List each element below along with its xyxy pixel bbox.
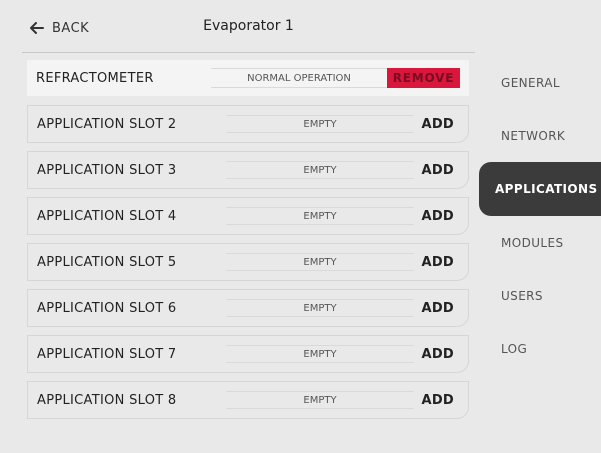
application-status: EMPTY <box>226 207 414 225</box>
application-row-slot-8: APPLICATION SLOT 8 EMPTY ADD <box>27 381 469 419</box>
sidebar-item-label: USERS <box>501 288 543 303</box>
application-row-slot-5: APPLICATION SLOT 5 EMPTY ADD <box>27 243 469 281</box>
application-status: EMPTY <box>226 345 414 363</box>
add-button[interactable]: ADD <box>421 290 454 326</box>
sidebar-item-applications[interactable]: APPLICATIONS <box>479 162 601 216</box>
sidebar-item-users[interactable]: USERS <box>479 269 601 322</box>
application-name: APPLICATION SLOT 4 <box>37 208 177 224</box>
sidebar-item-label: NETWORK <box>501 128 566 143</box>
application-row-refractometer: REFRACTOMETER NORMAL OPERATION REMOVE <box>27 60 469 96</box>
sidebar-item-label: MODULES <box>501 235 564 250</box>
sidebar-item-log[interactable]: LOG <box>479 322 601 375</box>
add-button[interactable]: ADD <box>421 152 454 188</box>
app-window: BACK Evaporator 1 REFRACTOMETER NORMAL O… <box>0 0 601 453</box>
add-button[interactable]: ADD <box>421 244 454 280</box>
remove-button[interactable]: REMOVE <box>387 68 460 88</box>
application-name: APPLICATION SLOT 5 <box>37 254 177 270</box>
application-row-slot-2: APPLICATION SLOT 2 EMPTY ADD <box>27 105 469 143</box>
application-status: NORMAL OPERATION <box>211 68 387 88</box>
application-row-slot-7: APPLICATION SLOT 7 EMPTY ADD <box>27 335 469 373</box>
sidebar-item-general[interactable]: GENERAL <box>479 56 601 109</box>
application-name: APPLICATION SLOT 3 <box>37 162 177 178</box>
page-title: Evaporator 1 <box>203 18 294 34</box>
application-row-slot-4: APPLICATION SLOT 4 EMPTY ADD <box>27 197 469 235</box>
application-status: EMPTY <box>226 253 414 271</box>
application-status: EMPTY <box>226 115 414 133</box>
application-name: APPLICATION SLOT 7 <box>37 346 177 362</box>
sidebar-item-label: GENERAL <box>501 75 560 90</box>
application-row-slot-6: APPLICATION SLOT 6 EMPTY ADD <box>27 289 469 327</box>
sidebar-item-network[interactable]: NETWORK <box>479 109 601 162</box>
application-status: EMPTY <box>226 161 414 179</box>
application-status: EMPTY <box>226 391 414 409</box>
sidebar-item-modules[interactable]: MODULES <box>479 216 601 269</box>
application-name: APPLICATION SLOT 8 <box>37 392 177 408</box>
application-name: APPLICATION SLOT 6 <box>37 300 177 316</box>
application-name: REFRACTOMETER <box>36 70 154 86</box>
application-list: REFRACTOMETER NORMAL OPERATION REMOVE AP… <box>27 60 469 427</box>
sidebar-nav: GENERAL NETWORK APPLICATIONS MODULES USE… <box>479 56 601 375</box>
add-button[interactable]: ADD <box>421 336 454 372</box>
add-button[interactable]: ADD <box>421 382 454 418</box>
sidebar-item-label: LOG <box>501 341 528 356</box>
application-row-slot-3: APPLICATION SLOT 3 EMPTY ADD <box>27 151 469 189</box>
add-button[interactable]: ADD <box>421 106 454 142</box>
sidebar-item-label: APPLICATIONS <box>495 182 598 196</box>
application-name: APPLICATION SLOT 2 <box>37 116 177 132</box>
application-status: EMPTY <box>226 299 414 317</box>
add-button[interactable]: ADD <box>421 198 454 234</box>
header: BACK Evaporator 1 <box>22 4 475 53</box>
